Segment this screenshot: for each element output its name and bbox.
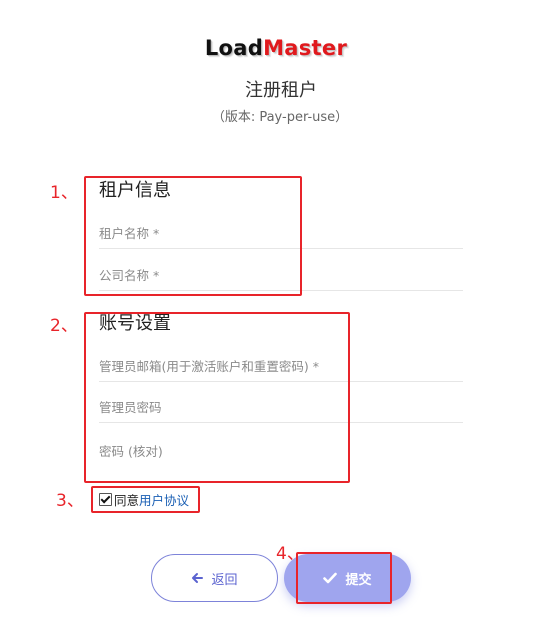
annotation-number-2: 2、 xyxy=(50,316,78,336)
annotation-box-2 xyxy=(84,312,350,483)
logo-text-load: Load xyxy=(204,36,264,60)
annotation-box-1 xyxy=(84,176,302,296)
back-button-label: 返回 xyxy=(211,572,238,588)
arrow-left-icon xyxy=(191,572,204,584)
annotation-number-4: 4、 xyxy=(276,544,304,564)
loadmaster-logo: LoadMaster xyxy=(0,34,552,62)
annotation-box-3 xyxy=(91,486,200,513)
annotation-box-4 xyxy=(296,552,392,604)
back-button[interactable]: 返回 xyxy=(151,554,278,602)
logo-text-master: Master xyxy=(263,36,348,60)
version-subtitle: （版本: Pay-per-use） xyxy=(211,110,349,125)
annotation-number-3: 3、 xyxy=(56,491,84,511)
annotation-number-1: 1、 xyxy=(50,183,78,203)
page-title: 注册租户 xyxy=(245,80,317,101)
